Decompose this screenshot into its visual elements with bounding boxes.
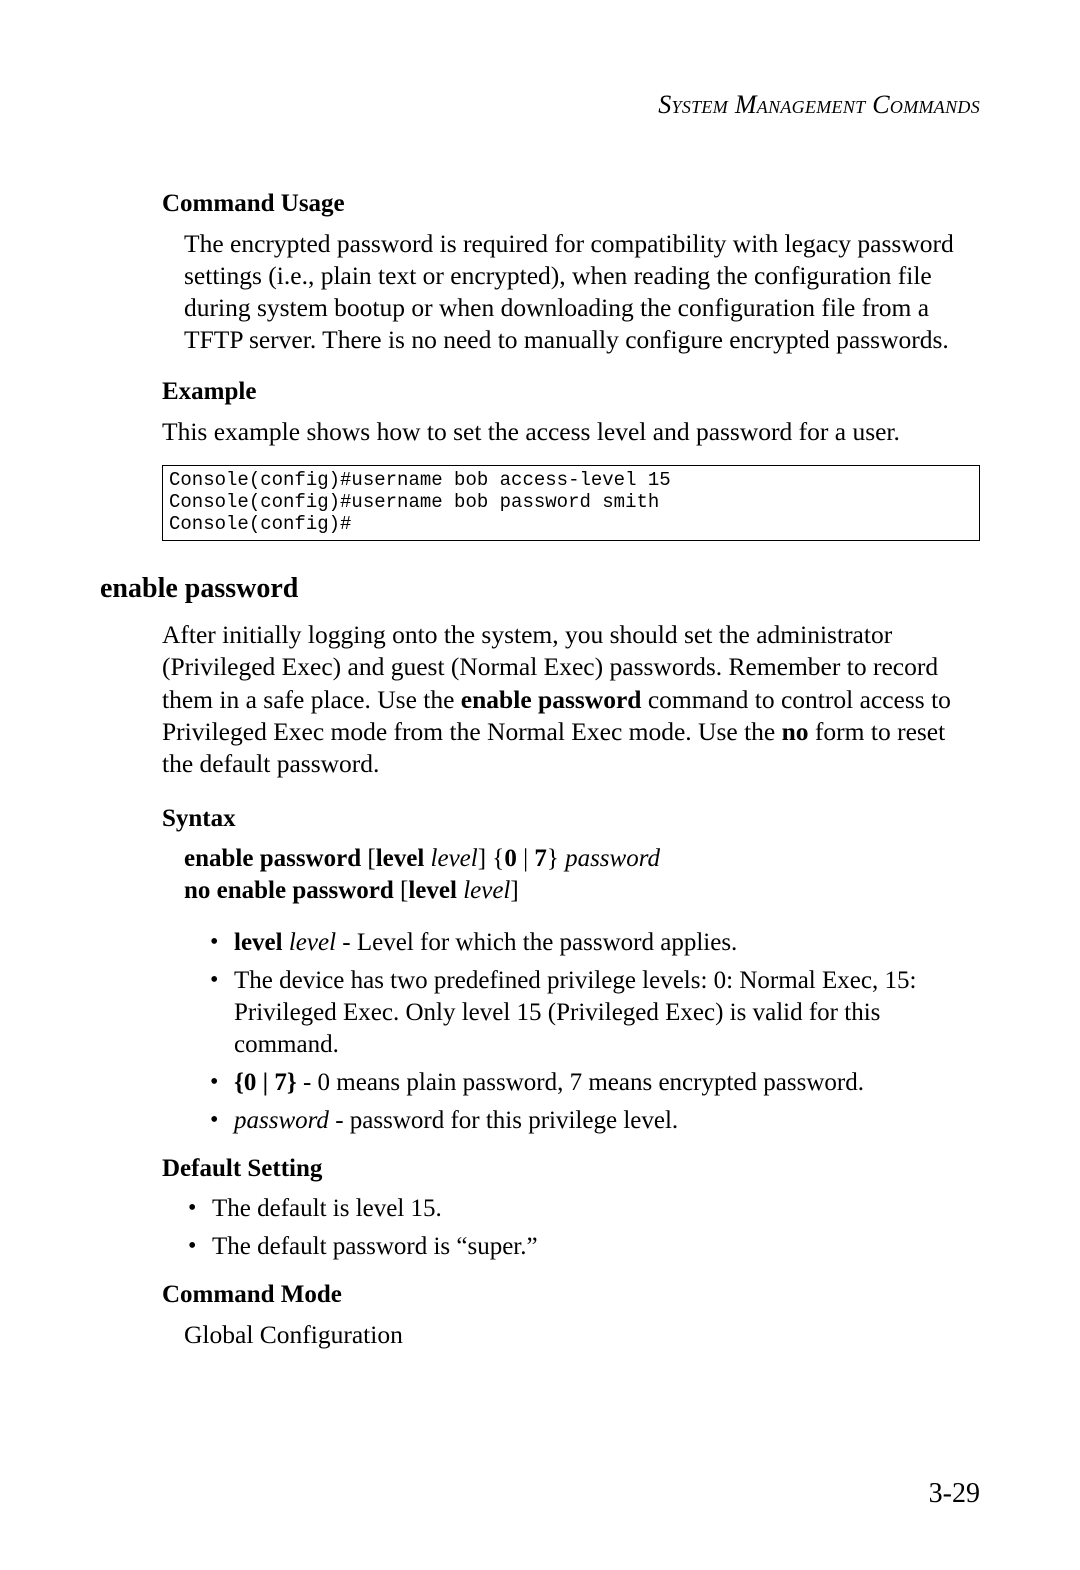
bullet-token: level xyxy=(289,929,336,956)
list-item: The default password is “super.” xyxy=(184,1231,980,1263)
intro-cmd: enable password xyxy=(461,685,642,714)
syntax-line-2: no enable password [level level] xyxy=(184,875,980,907)
command-mode-text: Global Configuration xyxy=(184,1319,980,1351)
running-head: System Management Commands xyxy=(100,90,980,120)
syntax-token: | xyxy=(517,845,535,872)
syntax-token: 7 xyxy=(534,845,547,872)
syntax-token: level xyxy=(376,845,425,872)
enable-password-intro: After initially logging onto the system,… xyxy=(162,619,980,781)
list-item: password - password for this privilege l… xyxy=(206,1105,980,1137)
syntax-token: [ xyxy=(361,845,376,872)
syntax-token: level xyxy=(463,877,510,904)
enable-password-title: enable password xyxy=(100,573,980,605)
example-section: Example This example shows how to set th… xyxy=(162,378,980,541)
syntax-lines: enable password [level level] {0 | 7} pa… xyxy=(184,843,980,907)
syntax-token: level xyxy=(431,845,478,872)
bullet-token: {0 | 7} xyxy=(234,1069,297,1096)
list-item: {0 | 7} - 0 means plain password, 7 mean… xyxy=(206,1067,980,1099)
syntax-token: password xyxy=(565,845,660,872)
syntax-token: 0 xyxy=(504,845,517,872)
syntax-token: [ xyxy=(394,877,409,904)
syntax-token: ] { xyxy=(478,845,505,872)
syntax-bullets: level level - Level for which the passwo… xyxy=(206,927,980,1137)
list-item: The device has two predefined privilege … xyxy=(206,965,980,1061)
example-code: Console(config)#username bob access-leve… xyxy=(162,465,980,541)
bullet-token: - Level for which the password applies. xyxy=(336,929,737,956)
list-item: The default is level 15. xyxy=(184,1193,980,1225)
syntax-token: } xyxy=(547,845,565,872)
default-setting-heading: Default Setting xyxy=(162,1155,980,1183)
bullet-token: password xyxy=(234,1107,329,1134)
syntax-line-1: enable password [level level] {0 | 7} pa… xyxy=(184,843,980,875)
bullet-token: - 0 means plain password, 7 means encryp… xyxy=(297,1069,864,1096)
intro-no: no xyxy=(782,717,809,746)
command-mode-heading: Command Mode xyxy=(162,1281,980,1309)
list-item: level level - Level for which the passwo… xyxy=(206,927,980,959)
page-number: 3-29 xyxy=(929,1478,980,1510)
bullet-token: - password for this privilege level. xyxy=(329,1107,678,1134)
default-setting-bullets: The default is level 15. The default pas… xyxy=(184,1193,980,1263)
example-heading: Example xyxy=(162,378,980,406)
syntax-token: level xyxy=(408,877,457,904)
syntax-token: no enable password xyxy=(184,877,394,904)
enable-password-section: After initially logging onto the system,… xyxy=(162,619,980,1351)
syntax-token: enable password xyxy=(184,845,361,872)
syntax-token: ] xyxy=(510,877,518,904)
page: System Management Commands Command Usage… xyxy=(0,0,1080,1570)
command-usage-text: The encrypted password is required for c… xyxy=(184,228,980,356)
command-usage-heading: Command Usage xyxy=(162,190,980,218)
example-intro: This example shows how to set the access… xyxy=(162,416,980,448)
bullet-token: level xyxy=(234,929,283,956)
command-usage-section: Command Usage The encrypted password is … xyxy=(162,190,980,356)
syntax-heading: Syntax xyxy=(162,805,980,833)
